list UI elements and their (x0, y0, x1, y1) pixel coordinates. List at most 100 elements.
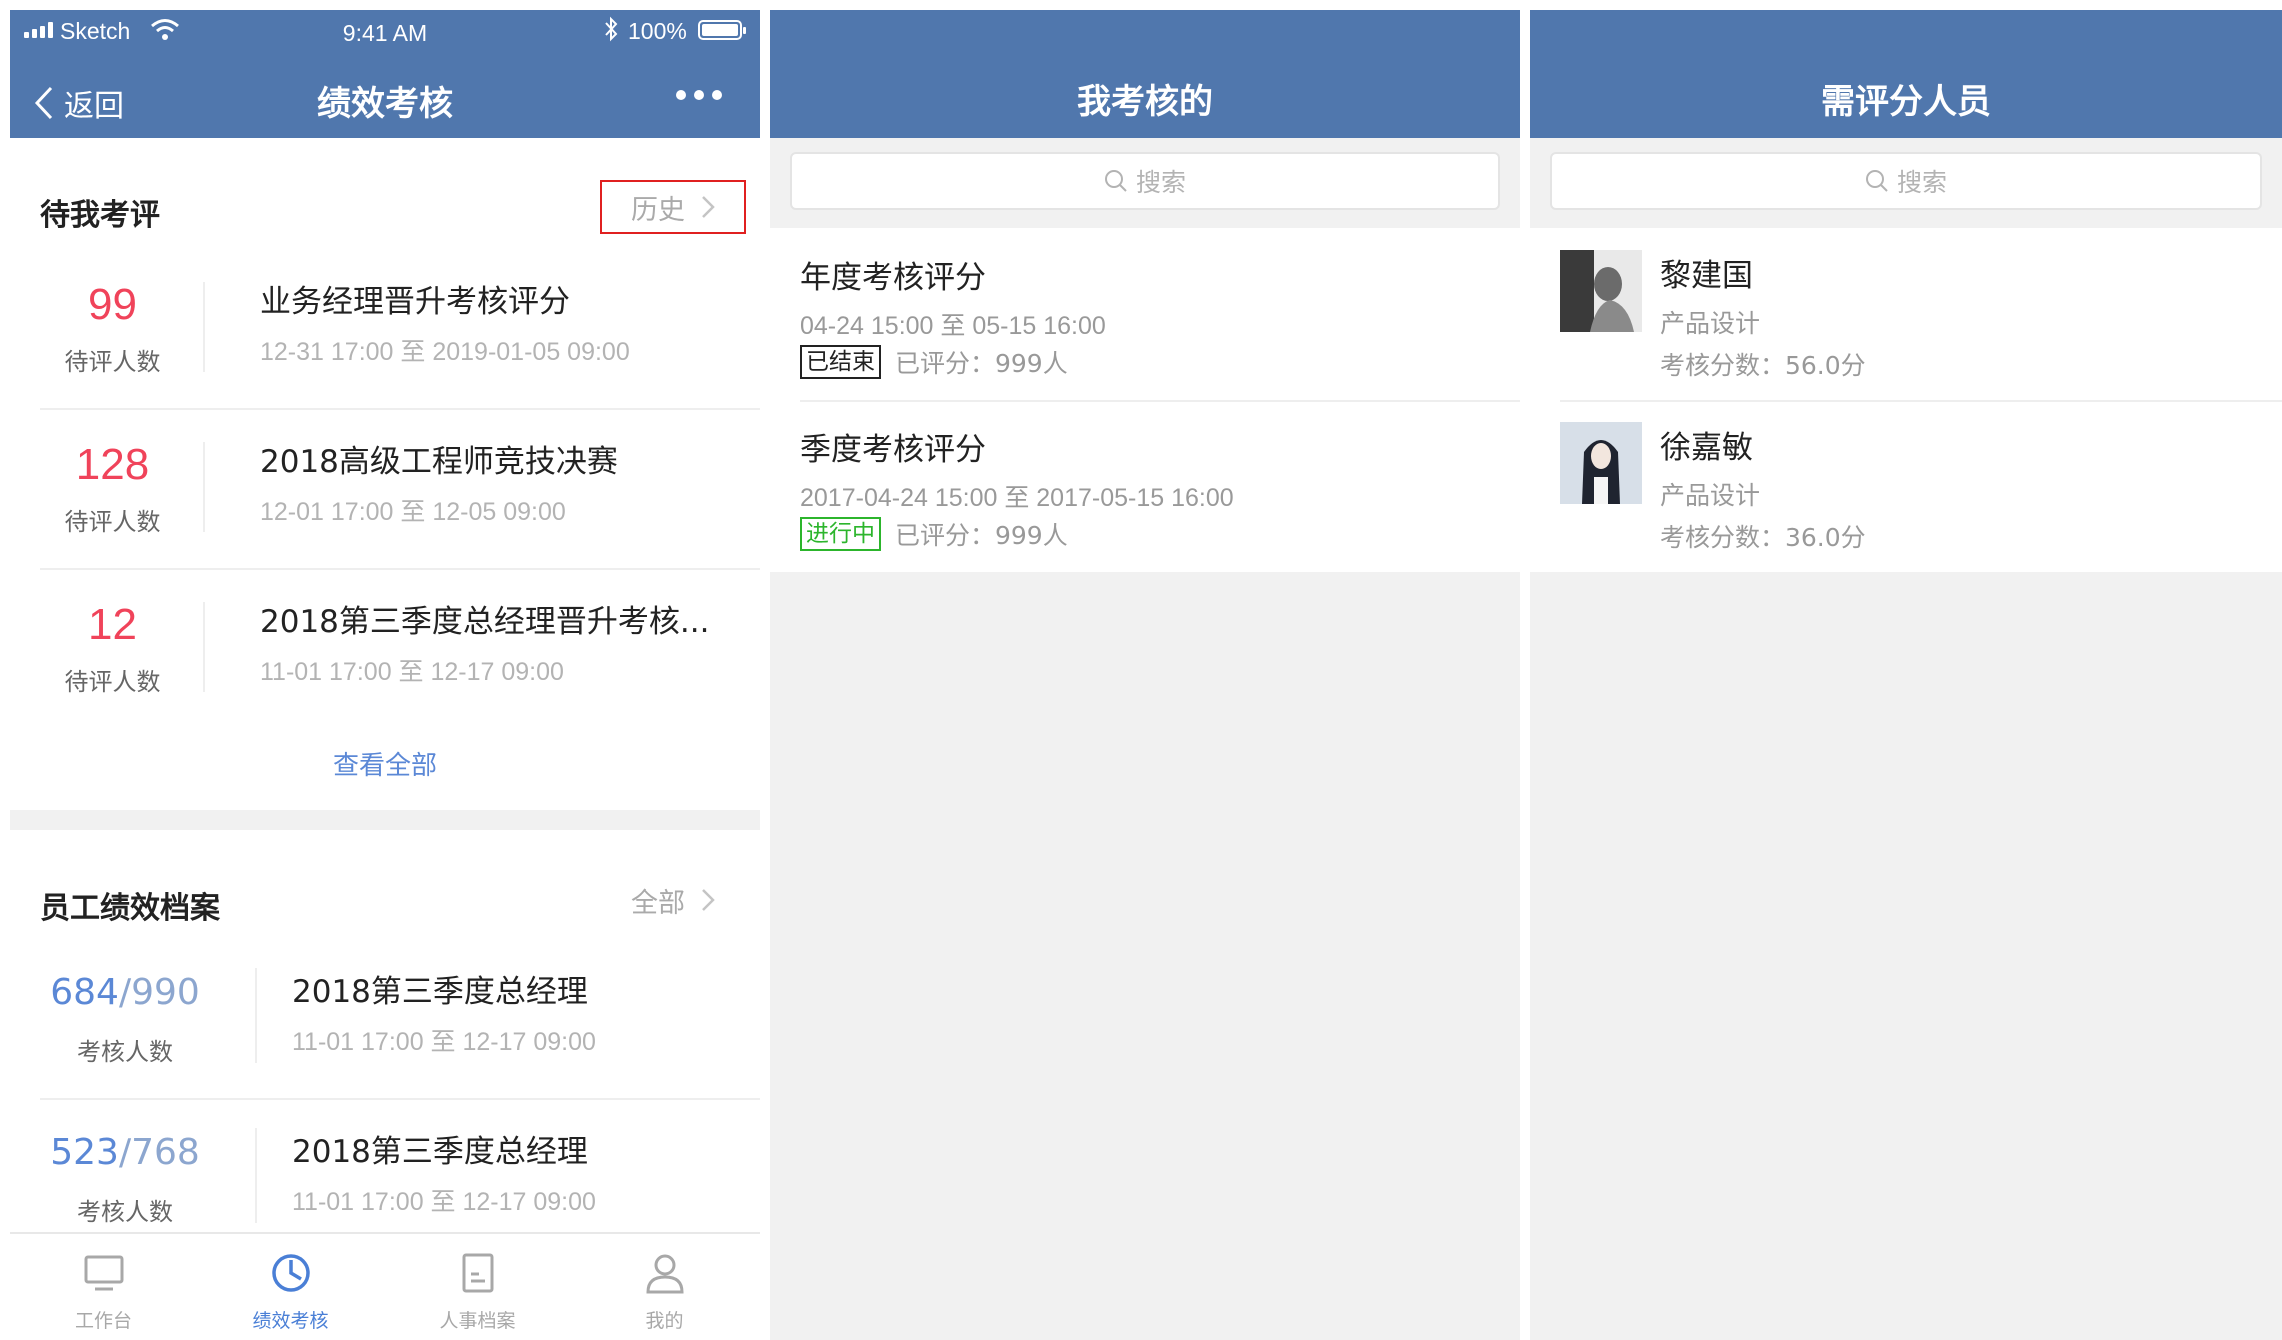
pending-section-header: 待我考评 历史 (10, 170, 760, 250)
pending-row[interactable]: 12 待评人数 2018第三季度总经理晋升考核... 11-01 17:00 至 … (40, 570, 760, 730)
archive-title: 2018第三季度总经理 (292, 974, 588, 1010)
review-date: 04-24 15:00 至 05-15 16:00 (800, 312, 1106, 340)
history-label: 历史 (631, 194, 685, 226)
pie-chart-icon (271, 1254, 310, 1292)
review-meta: 进行中 已评分：999人 (800, 516, 1068, 552)
tab-bar: 工作台 绩效考核 人事档案 我的 (10, 1232, 760, 1340)
archive-all-label: 全部 (631, 887, 685, 919)
archive-section-title: 员工绩效档案 (40, 891, 220, 926)
search-placeholder: 搜索 (1135, 168, 1186, 197)
tab-label: 人事档案 (439, 1310, 516, 1332)
person-score: 考核分数：36.0分 (1660, 523, 1866, 552)
more-icon[interactable] (676, 90, 722, 100)
document-icon (462, 1253, 493, 1293)
tab-label: 工作台 (74, 1310, 132, 1332)
archive-count: 523/768 (50, 1132, 200, 1173)
search-placeholder: 搜索 (1896, 168, 1947, 197)
divider (203, 442, 205, 532)
section-spacer (10, 810, 760, 830)
pending-date: 11-01 17:00 至 12-17 09:00 (260, 658, 564, 686)
search-input[interactable]: 搜索 (790, 152, 1500, 210)
pending-count-label: 待评人数 (64, 508, 161, 536)
pending-date: 12-01 17:00 至 12-05 09:00 (260, 498, 566, 526)
pending-count: 128 (75, 440, 150, 489)
review-list: 年度考核评分 04-24 15:00 至 05-15 16:00 已结束 已评分… (770, 228, 1520, 572)
archive-date: 11-01 17:00 至 12-17 09:00 (292, 1028, 596, 1056)
person-item[interactable]: 徐嘉敏 产品设计 考核分数：36.0分 (1530, 400, 2282, 572)
search-icon (1865, 170, 1888, 192)
archive-count: 684/990 (50, 972, 200, 1013)
tab-performance[interactable]: 绩效考核 (197, 1234, 384, 1340)
page-title: 需评分人员 (1821, 82, 1991, 122)
archive-title: 2018第三季度总经理 (292, 1134, 588, 1170)
see-all-link[interactable]: 查看全部 (10, 745, 760, 782)
person-name: 徐嘉敏 (1660, 430, 1753, 466)
archive-count-label: 考核人数 (77, 1198, 173, 1226)
user-icon (645, 1254, 684, 1294)
divider (203, 602, 205, 692)
navbar: 我考核的 (770, 10, 1520, 138)
desktop-icon (84, 1255, 123, 1291)
page-title: 我考核的 (1077, 82, 1213, 122)
search-icon (1104, 170, 1127, 192)
tab-workbench[interactable]: 工作台 (10, 1234, 197, 1340)
pending-title: 2018高级工程师竞技决赛 (260, 444, 618, 480)
page-title: 绩效考核 (317, 84, 453, 124)
bluetooth-icon (605, 16, 618, 42)
review-title: 季度考核评分 (800, 432, 986, 468)
archive-date: 11-01 17:00 至 12-17 09:00 (292, 1188, 596, 1216)
archive-row[interactable]: 684/990 考核人数 2018第三季度总经理 11-01 17:00 至 1… (40, 940, 760, 1100)
review-date: 2017-04-24 15:00 至 2017-05-15 16:00 (800, 484, 1234, 512)
divider (255, 1128, 257, 1223)
people-list: 黎建国 产品设计 考核分数：56.0分 徐嘉敏 产品设计 考核分数：36.0分 (1530, 228, 2282, 572)
search-bar: 搜索 (770, 138, 1520, 228)
pending-count: 99 (88, 280, 137, 329)
review-item[interactable]: 年度考核评分 04-24 15:00 至 05-15 16:00 已结束 已评分… (770, 228, 1520, 400)
chevron-right-icon (702, 196, 715, 218)
review-title: 年度考核评分 (800, 260, 986, 296)
status-badge: 进行中 (800, 517, 881, 551)
person-score: 考核分数：56.0分 (1660, 351, 1866, 380)
pending-count-label: 待评人数 (64, 348, 161, 376)
people-to-rate-screen: 需评分人员 搜索 黎建国 产品设计 考核分数：56.0分 徐嘉敏 产品设计 考核… (1530, 10, 2282, 1340)
review-item[interactable]: 季度考核评分 2017-04-24 15:00 至 2017-05-15 16:… (770, 400, 1520, 572)
search-bar: 搜索 (1530, 138, 2282, 228)
tab-label: 绩效考核 (252, 1310, 329, 1332)
avatar (1560, 250, 1642, 332)
avatar (1560, 422, 1642, 504)
person-role: 产品设计 (1660, 309, 1761, 338)
battery-icon (698, 20, 746, 40)
archive-count-label: 考核人数 (77, 1038, 173, 1066)
history-link[interactable]: 历史 (600, 180, 746, 234)
divider (203, 282, 205, 372)
pending-section-title: 待我考评 (40, 198, 160, 233)
pending-title: 2018第三季度总经理晋升考核... (260, 604, 710, 640)
battery-percent: 100% (628, 18, 687, 44)
pending-date: 12-31 17:00 至 2019-01-05 09:00 (260, 338, 630, 366)
rated-count: 已评分：999人 (895, 349, 1068, 378)
search-input[interactable]: 搜索 (1550, 152, 2262, 210)
person-item[interactable]: 黎建国 产品设计 考核分数：56.0分 (1530, 228, 2282, 400)
pending-count-label: 待评人数 (64, 668, 161, 696)
my-reviews-screen: 我考核的 搜索 年度考核评分 04-24 15:00 至 05-15 16:00… (770, 10, 1520, 1340)
pending-title: 业务经理晋升考核评分 (260, 284, 570, 320)
tab-mine[interactable]: 我的 (571, 1234, 758, 1340)
chevron-right-icon (702, 889, 715, 911)
archive-section-header: 员工绩效档案 全部 (10, 863, 760, 943)
person-role: 产品设计 (1660, 481, 1761, 510)
rated-count: 已评分：999人 (895, 521, 1068, 550)
navbar: Sketch 9:41 AM 100% 返回 绩效考核 (10, 10, 760, 138)
pending-row[interactable]: 128 待评人数 2018高级工程师竞技决赛 12-01 17:00 至 12-0… (40, 410, 760, 570)
person-name: 黎建国 (1660, 258, 1753, 294)
tab-hr-archive[interactable]: 人事档案 (384, 1234, 571, 1340)
tab-label: 我的 (645, 1310, 684, 1332)
pending-row[interactable]: 99 待评人数 业务经理晋升考核评分 12-31 17:00 至 2019-01-… (40, 250, 760, 410)
status-badge: 已结束 (800, 345, 881, 379)
archive-all-link[interactable]: 全部 (600, 873, 746, 927)
status-bar: Sketch 9:41 AM 100% (10, 10, 760, 54)
performance-home-screen: Sketch 9:41 AM 100% 返回 绩效考核 待我考评 历史 99 待… (10, 10, 760, 1340)
pending-count: 12 (88, 600, 137, 649)
review-meta: 已结束 已评分：999人 (800, 344, 1068, 380)
divider (255, 968, 257, 1063)
navbar: 需评分人员 (1530, 10, 2282, 138)
